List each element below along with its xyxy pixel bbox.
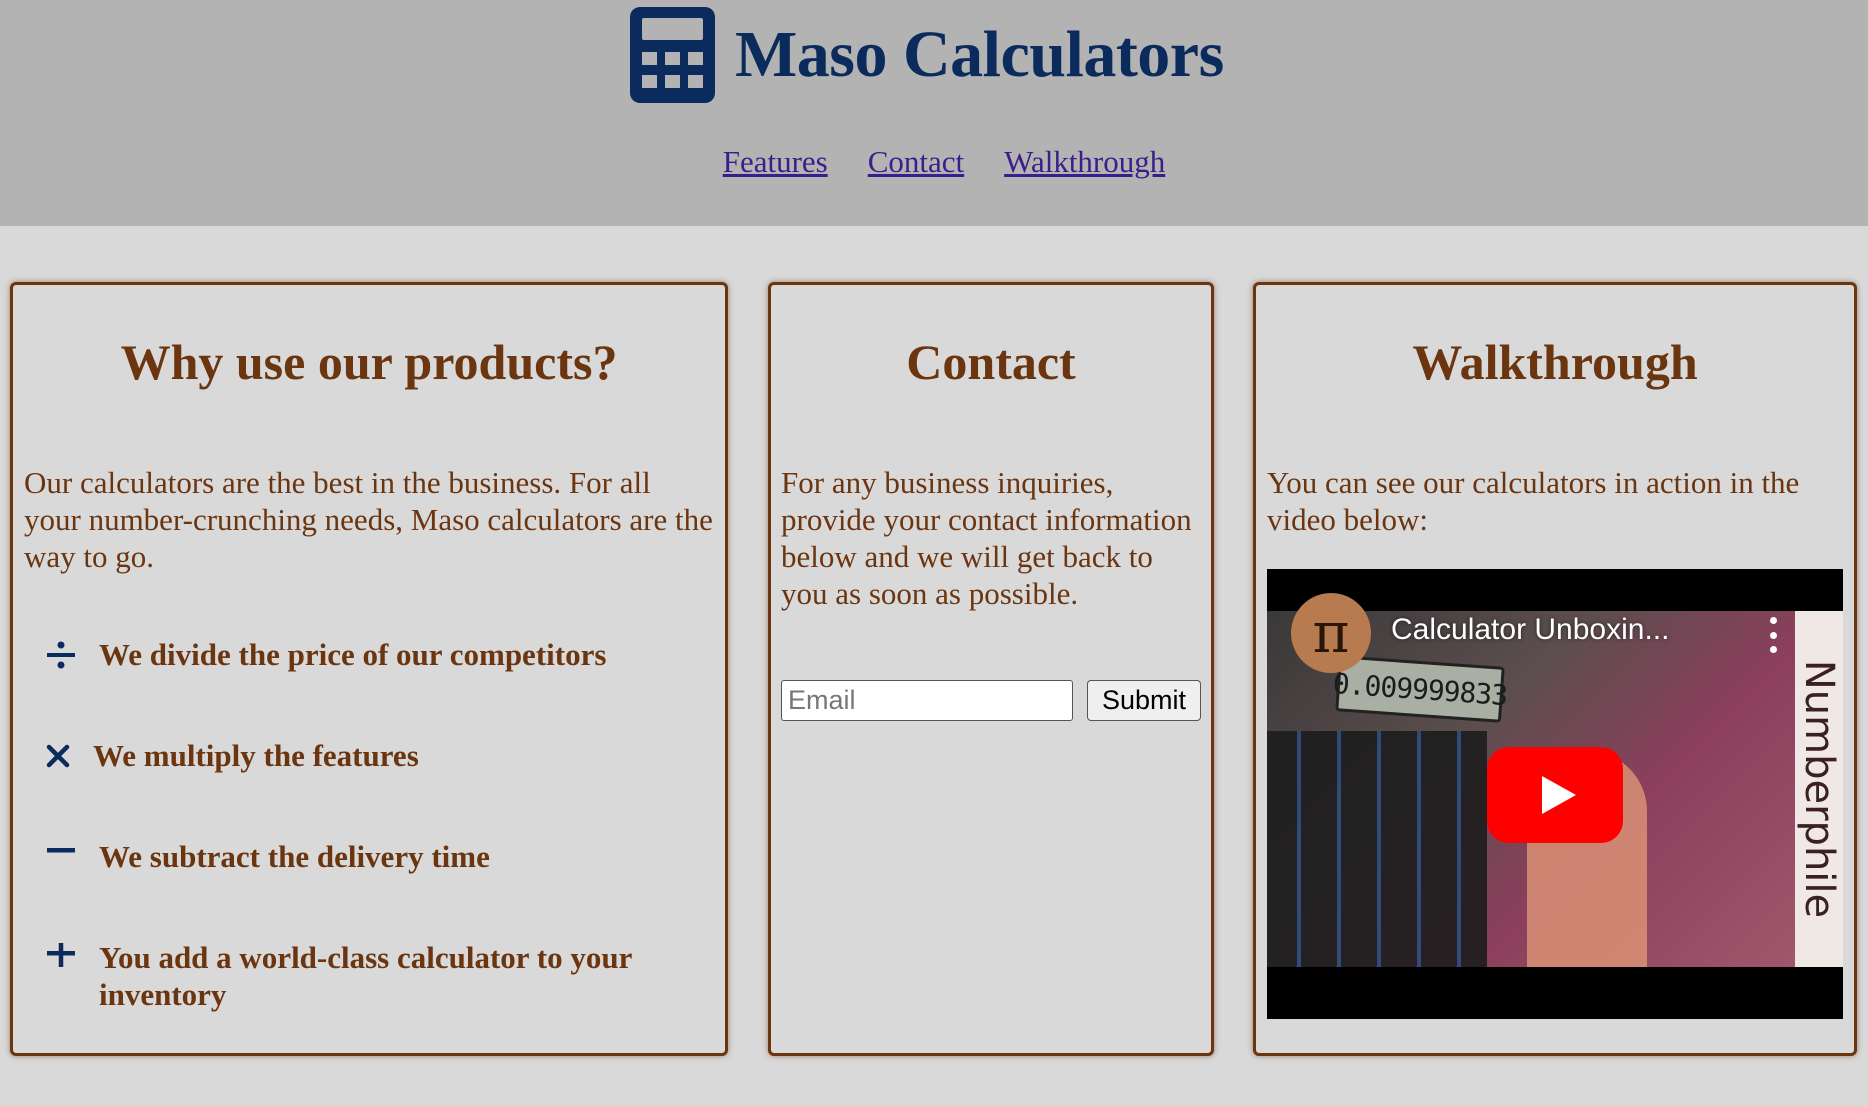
contact-heading: Contact: [906, 334, 1076, 390]
channel-brand-strip: Numberphile: [1795, 611, 1843, 967]
nav-link-walkthrough[interactable]: Walkthrough: [1004, 144, 1165, 180]
features-heading: Why use our products?: [120, 334, 618, 390]
calculator-icon: [630, 7, 715, 103]
feature-item-divide: We divide the price of our competitors: [43, 636, 679, 673]
site-header: Maso Calculators Features Contact Walkth…: [0, 0, 1868, 226]
plus-icon: [43, 939, 79, 976]
play-button[interactable]: [1487, 747, 1623, 843]
minus-icon: [43, 838, 79, 875]
channel-avatar[interactable]: π: [1291, 593, 1371, 673]
walkthrough-card: Walkthrough You can see our calculators …: [1253, 282, 1857, 1056]
divide-icon: [43, 636, 79, 673]
contact-card: Contact For any business inquiries, prov…: [768, 282, 1214, 1056]
calculator-display: 0.009999833: [1332, 655, 1508, 723]
nav-link-contact[interactable]: Contact: [868, 144, 964, 180]
multiply-icon: [43, 737, 73, 774]
more-options-icon[interactable]: [1763, 617, 1783, 653]
feature-item-add: You add a world-class calculator to your…: [43, 939, 679, 1013]
brand: Maso Calculators: [630, 6, 1224, 104]
feature-text: You add a world-class calculator to your…: [99, 940, 632, 1012]
features-card: Why use our products? Our calculators ar…: [10, 282, 728, 1056]
submit-button[interactable]: Submit: [1087, 680, 1201, 721]
feature-item-multiply: We multiply the features: [43, 737, 673, 774]
feature-item-subtract: We subtract the delivery time: [43, 838, 679, 875]
calculator-keys-image: [1267, 731, 1487, 967]
site-title: Maso Calculators: [735, 18, 1224, 91]
email-field[interactable]: [781, 680, 1073, 721]
walkthrough-text: You can see our calculators in action in…: [1267, 465, 1800, 537]
channel-brand-text: Numberphile: [1796, 659, 1843, 919]
features-intro: Our calculators are the best in the busi…: [24, 465, 713, 574]
feature-text: We divide the price of our competitors: [99, 637, 607, 672]
feature-text: We subtract the delivery time: [99, 839, 490, 874]
video-title[interactable]: Calculator Unboxin...: [1391, 613, 1669, 647]
play-icon: [1542, 776, 1576, 814]
main-nav: Features Contact Walkthrough: [0, 144, 1868, 180]
nav-link-features[interactable]: Features: [723, 144, 828, 180]
feature-text: We multiply the features: [93, 738, 419, 773]
contact-text: For any business inquiries, provide your…: [781, 465, 1192, 611]
walkthrough-heading: Walkthrough: [1412, 334, 1698, 390]
video-embed[interactable]: 0.009999833 Numberphile π Calculator Unb…: [1267, 569, 1843, 1019]
